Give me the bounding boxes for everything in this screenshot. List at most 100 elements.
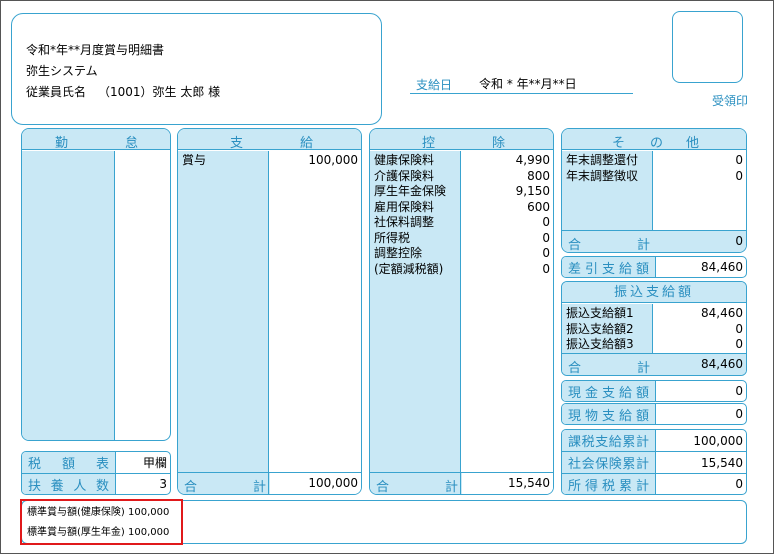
stamp-label: 受領印 [712, 94, 749, 108]
dependents-char: 扶 [28, 478, 42, 494]
deduction-item-value: 0 [542, 261, 550, 276]
dependents-char: 人 [73, 478, 87, 494]
deduction-item-label: 調整控除 [374, 246, 423, 260]
attendance-panel: 勤 怠 [21, 128, 171, 441]
other-heading-1: そ [612, 136, 626, 151]
cum-char: 累 [622, 457, 636, 472]
note-line: 標準賞与額(厚生年金) 100,000 [27, 527, 170, 538]
cash-char: 給 [618, 385, 632, 401]
document-title: 令和*年**月度賞与明細書 [26, 43, 165, 57]
deduction-total-char: 合 [376, 480, 390, 495]
tax-table-char: 税 [28, 457, 42, 472]
transfer-item-label: 振込支給額3 [566, 337, 634, 351]
employee-name: （1001）弥生 太郎 様 [98, 85, 221, 99]
attendance-header: 勤 怠 [22, 129, 170, 151]
cash-char: 額 [635, 385, 649, 401]
payment-total-char: 計 [253, 480, 267, 495]
inkind-payment-value: 0 [655, 404, 746, 424]
other-header: そ の 他 [562, 129, 746, 151]
net-char: 額 [635, 261, 649, 277]
transfer-total-char: 計 [637, 361, 651, 376]
other-item-value: 0 [735, 153, 743, 167]
net-payment-row: 差引支給額 84,460 [561, 256, 747, 278]
transfer-item-value: 0 [735, 321, 743, 336]
social-insurance-cumulative-value: 15,540 [655, 452, 746, 473]
payday-label: 支給日 [416, 78, 453, 92]
payday-value: 令和 * 年**月**日 [479, 77, 577, 91]
cum-char: 計 [635, 478, 649, 494]
transfer-item-value: 0 [735, 337, 743, 351]
other-panel: そ の 他 年末調整還付 0 年末調整徴収 0 合 計 0 [561, 128, 747, 253]
attendance-heading-1: 勤 [55, 136, 69, 151]
payment-header: 支 給 [178, 129, 361, 151]
payment-heading-1: 支 [230, 136, 244, 151]
inkind-char: 給 [618, 408, 632, 424]
cash-payment-value: 0 [655, 381, 746, 401]
deduction-item-label: 社保料調整 [374, 215, 435, 229]
deduction-item-value: 0 [542, 246, 550, 260]
net-payment-label: 差引支給額 [562, 257, 655, 277]
cum-char: 税 [601, 478, 615, 494]
tax-table-char: 表 [95, 457, 109, 472]
cum-char: 税 [581, 435, 595, 450]
payment-total-row: 合 計 100,000 [178, 472, 361, 494]
transfer-total-char: 合 [568, 361, 582, 376]
inkind-char: 額 [635, 408, 649, 424]
cum-char: 課 [568, 435, 582, 450]
deduction-item-value: 0 [542, 230, 550, 245]
deduction-total-row: 合 計 15,540 [370, 472, 553, 494]
cash-char: 現 [568, 385, 582, 401]
dependents-char: 数 [95, 478, 109, 494]
deduction-item-label: (定額減税額) [374, 261, 444, 276]
other-heading-3: 他 [686, 136, 700, 151]
net-char: 引 [584, 261, 598, 277]
cum-char: 計 [635, 435, 649, 450]
payment-panel: 支 給 賞与 100,000 合 計 100,000 [177, 128, 362, 495]
cum-char: 給 [608, 435, 622, 450]
other-heading-2: の [650, 136, 664, 151]
transfer-item-label: 振込支給額1 [566, 306, 634, 320]
inkind-payment-row: 現物支給額 0 [561, 403, 747, 425]
cum-char: 険 [608, 457, 622, 472]
cum-char: 得 [584, 478, 598, 494]
cum-char: 累 [622, 435, 636, 450]
other-item-label: 年末調整徴収 [566, 168, 639, 183]
payment-total-value: 100,000 [308, 476, 358, 490]
tax-table-value: 甲欄 [115, 452, 170, 473]
taxable-cumulative-value: 100,000 [655, 430, 746, 451]
tax-table-label: 税額表 [22, 452, 115, 473]
income-tax-cumulative-value: 0 [655, 474, 746, 494]
social-insurance-cumulative-label: 社会保険累計 [562, 452, 655, 473]
dependents-char: 養 [50, 478, 64, 494]
deduction-heading-1: 控 [422, 136, 436, 151]
transfer-panel: 振込支給額 振込支給額1 84,460 振込支給額2 0 振込支給額3 0 合 … [561, 281, 747, 376]
payment-item-value: 100,000 [308, 153, 358, 167]
inkind-char: 支 [601, 408, 615, 424]
net-char: 給 [618, 261, 632, 277]
transfer-total-value: 84,460 [701, 357, 743, 371]
deduction-item-label: 介護保険料 [374, 168, 435, 183]
payment-heading-2: 給 [300, 136, 314, 151]
deduction-item-label: 健康保険料 [374, 153, 435, 167]
employee-label: 従業員氏名 [26, 85, 87, 99]
transfer-item-value: 84,460 [701, 306, 743, 320]
cum-char: 保 [595, 457, 609, 472]
cum-char: 支 [595, 435, 609, 450]
deduction-total-value: 15,540 [508, 476, 550, 490]
attendance-label-column [22, 151, 115, 440]
other-total-char: 合 [568, 238, 582, 253]
deduction-item-value: 600 [527, 199, 550, 214]
deduction-item-value: 9,150 [515, 184, 550, 198]
income-tax-cumulative-label: 所得税累計 [562, 474, 655, 494]
other-total-char: 計 [637, 238, 651, 253]
payment-item-label: 賞与 [182, 153, 207, 167]
attendance-heading-2: 怠 [125, 136, 139, 151]
cash-char: 支 [601, 385, 615, 401]
cum-char: 計 [635, 457, 649, 472]
net-payment-value: 84,460 [655, 257, 746, 277]
payment-label-column [178, 151, 269, 472]
deduction-heading-2: 除 [492, 136, 506, 151]
deduction-header: 控 除 [370, 129, 553, 151]
inkind-payment-label: 現物支給額 [562, 404, 655, 424]
deduction-item-value: 0 [542, 215, 550, 229]
